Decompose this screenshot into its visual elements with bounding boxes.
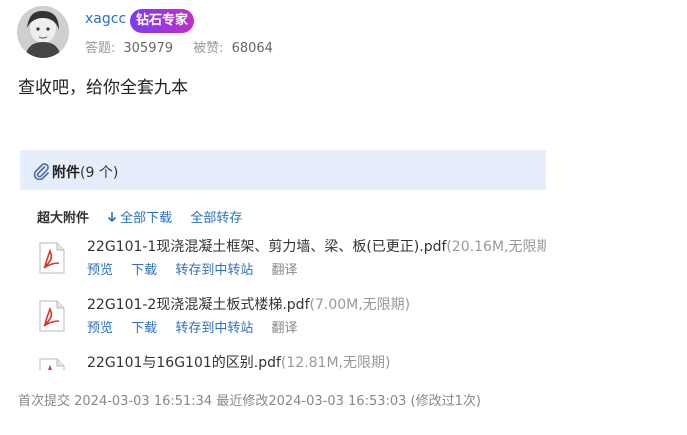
attachment-item: 22G101与16G101的区别.pdf(12.81M,无限期) bbox=[20, 352, 546, 370]
download-link[interactable]: 下载 bbox=[131, 321, 157, 336]
download-link[interactable]: 下载 bbox=[131, 263, 157, 278]
post-timestamps: 首次提交 2024-03-03 16:51:34 最近修改2024-03-03 … bbox=[18, 390, 481, 409]
file-meta: (7.00M,无限期) bbox=[309, 297, 411, 313]
attachment-filename[interactable]: 22G101与16G101的区别.pdf(12.81M,无限期) bbox=[87, 352, 390, 370]
answers-count: 305979 bbox=[123, 41, 174, 56]
paperclip-icon bbox=[33, 163, 49, 180]
likes-count: 68064 bbox=[231, 41, 273, 56]
download-all-link[interactable]: 全部下载 bbox=[120, 211, 172, 226]
attachments-header: 附件(9 个) bbox=[20, 150, 546, 190]
download-arrow-icon[interactable] bbox=[107, 211, 117, 223]
attachments-title-text: 附件 bbox=[52, 165, 80, 181]
pdf-file-icon bbox=[39, 358, 65, 370]
attachments-toolbar: 超大附件 全部下载 全部转存 bbox=[37, 207, 242, 226]
expert-badge: 钻石专家 bbox=[130, 9, 195, 33]
translate-link[interactable]: 翻译 bbox=[271, 321, 297, 336]
preview-link[interactable]: 预览 bbox=[87, 263, 113, 278]
large-attachment-label: 超大附件 bbox=[37, 211, 90, 226]
username-link[interactable]: xagcc bbox=[85, 11, 126, 27]
avatar[interactable] bbox=[17, 6, 69, 58]
avatar-portrait-icon bbox=[17, 6, 69, 58]
attachments-panel: 附件(9 个) 超大附件 全部下载 全部转存 22G101-1现浇混凝土框架、剪… bbox=[20, 150, 546, 370]
first-submit-time: 首次提交 2024-03-03 16:51:34 bbox=[18, 394, 213, 409]
attachments-title: 附件(9 个) bbox=[52, 162, 118, 182]
answers-label: 答题: bbox=[85, 41, 116, 56]
save-all-link[interactable]: 全部转存 bbox=[190, 211, 242, 226]
likes-label: 被赞: bbox=[193, 41, 224, 56]
pdf-file-icon bbox=[39, 242, 65, 274]
transfer-link[interactable]: 转存到中转站 bbox=[175, 321, 253, 336]
file-meta: (12.81M,无限期) bbox=[280, 355, 391, 370]
preview-link[interactable]: 预览 bbox=[87, 321, 113, 336]
file-name[interactable]: 22G101-1现浇混凝土框架、剪力墙、梁、板(已更正).pdf bbox=[87, 239, 446, 255]
file-meta: (20.16M,无限期) bbox=[446, 239, 546, 255]
attachment-actions: 预览 下载 转存到中转站 翻译 bbox=[87, 259, 311, 278]
attachment-item: 22G101-1现浇混凝土框架、剪力墙、梁、板(已更正).pdf(20.16M,… bbox=[20, 236, 546, 286]
attachment-filename[interactable]: 22G101-2现浇混凝土板式楼梯.pdf(7.00M,无限期) bbox=[87, 294, 410, 314]
file-name[interactable]: 22G101与16G101的区别.pdf bbox=[87, 355, 281, 370]
translate-link[interactable]: 翻译 bbox=[271, 263, 297, 278]
pdf-file-icon bbox=[39, 300, 65, 332]
attachments-count: (9 个) bbox=[80, 165, 119, 181]
attachment-item: 22G101-2现浇混凝土板式楼梯.pdf(7.00M,无限期) 预览 下载 转… bbox=[20, 294, 546, 344]
transfer-link[interactable]: 转存到中转站 bbox=[175, 263, 253, 278]
file-name[interactable]: 22G101-2现浇混凝土板式楼梯.pdf bbox=[87, 297, 310, 313]
user-stats: 答题: 305979 被赞: 68064 bbox=[85, 37, 289, 56]
attachment-filename[interactable]: 22G101-1现浇混凝土框架、剪力墙、梁、板(已更正).pdf(20.16M,… bbox=[87, 236, 546, 256]
answer-text: 查收吧，给你全套九本 bbox=[18, 78, 188, 98]
last-modified-time: 最近修改2024-03-03 16:53:03 (修改过1次) bbox=[216, 394, 481, 409]
attachment-actions: 预览 下载 转存到中转站 翻译 bbox=[87, 317, 311, 336]
